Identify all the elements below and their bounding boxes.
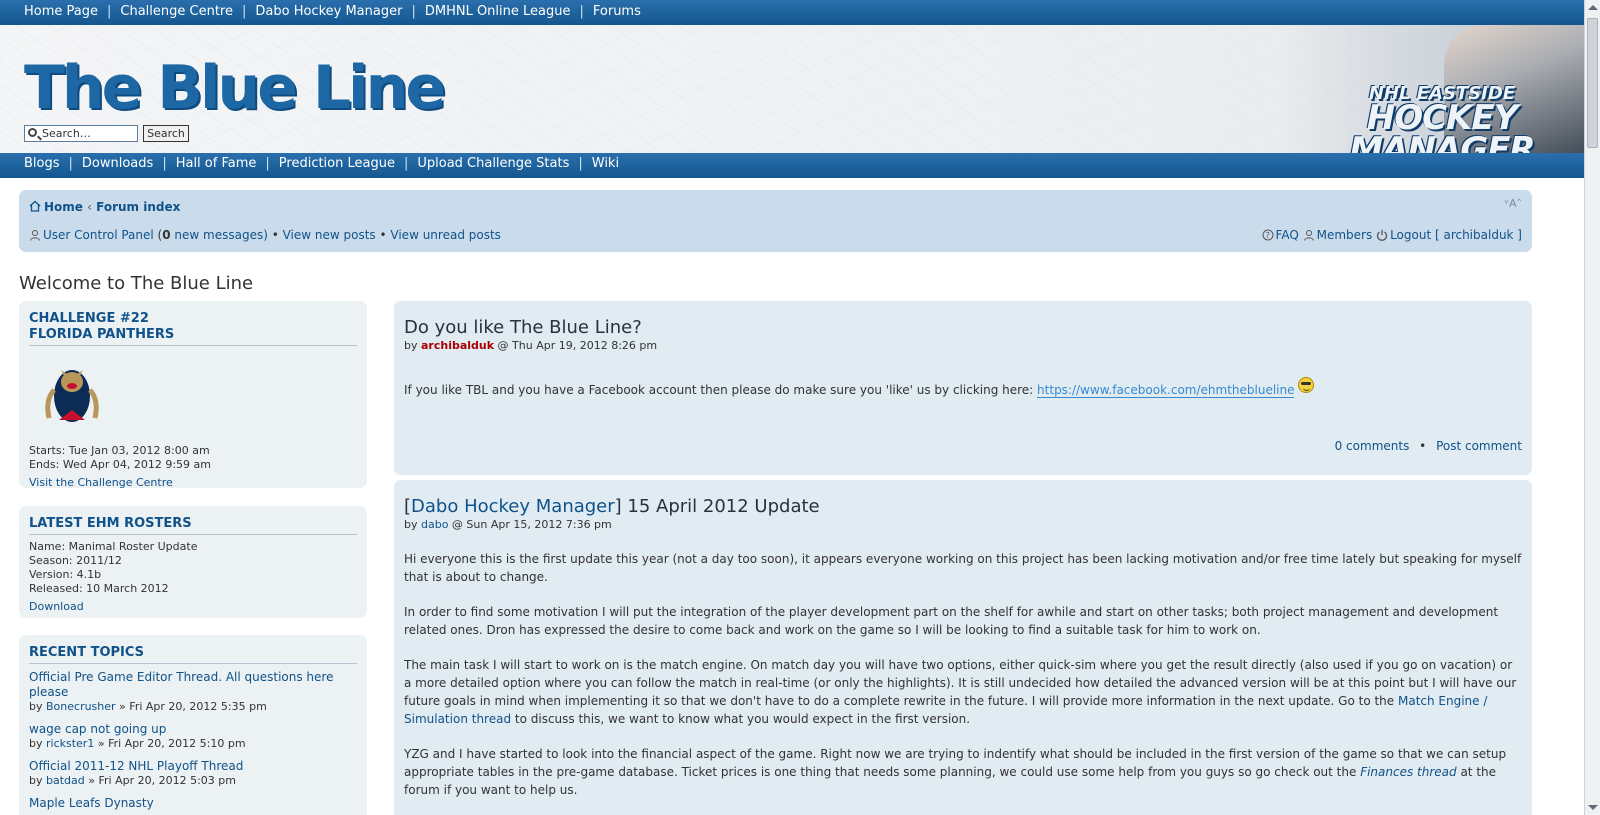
recent-topic-link[interactable]: Maple Leafs Dynasty xyxy=(29,796,357,811)
home-icon xyxy=(29,200,41,212)
roster-download-link[interactable]: Download xyxy=(29,600,357,613)
scroll-down-arrow[interactable] xyxy=(1588,805,1598,810)
search-button[interactable]: Search xyxy=(143,125,189,142)
post-title: [Dabo Hockey Manager] 15 April 2012 Upda… xyxy=(404,496,820,517)
roster-name: Name: Manimal Roster Update xyxy=(29,540,198,553)
logout-link[interactable]: Logout [ archibalduk ] xyxy=(1390,228,1522,242)
search-input[interactable]: Search… xyxy=(24,125,138,142)
post-byline: by dabo @ Sun Apr 15, 2012 7:36 pm xyxy=(404,518,612,531)
nav-home-page[interactable]: Home Page xyxy=(24,4,98,19)
view-new-posts-link[interactable]: View new posts xyxy=(283,228,376,242)
post-title[interactable]: Do you like The Blue Line? xyxy=(404,317,1522,338)
members-icon xyxy=(1303,230,1314,241)
nav-downloads[interactable]: Downloads xyxy=(82,156,153,171)
nav-dabo-hockey-manager[interactable]: Dabo Hockey Manager xyxy=(255,4,402,19)
post-body: If you like TBL and you have a Facebook … xyxy=(404,377,1522,399)
new-messages-link[interactable]: new messages) xyxy=(171,228,267,242)
breadcrumb-forum-index[interactable]: Forum index xyxy=(96,200,180,214)
recent-topics-title: RECENT TOPICS xyxy=(29,645,357,664)
topic-author-link[interactable]: rickster1 xyxy=(46,737,94,750)
search-icon xyxy=(28,128,37,137)
user-control-panel-link[interactable]: User Control Panel xyxy=(43,228,154,242)
news-post: Do you like The Blue Line? by archibaldu… xyxy=(394,301,1532,475)
nav-forums[interactable]: Forums xyxy=(593,4,641,19)
recent-topics-panel: RECENT TOPICS Official Pre Game Editor T… xyxy=(19,635,367,815)
page-title: Welcome to The Blue Line xyxy=(19,273,254,294)
rosters-title: LATEST EHM ROSTERS xyxy=(29,516,357,535)
scroll-up-arrow[interactable] xyxy=(1588,5,1598,10)
nav-hall-of-fame[interactable]: Hall of Fame xyxy=(176,156,257,171)
roster-version: Version: 4.1b xyxy=(29,568,102,581)
recent-topic-meta: by Bonecrusher » Fri Apr 20, 2012 5:35 p… xyxy=(29,700,267,713)
members-link[interactable]: Members xyxy=(1317,228,1373,242)
ehm-logo: NHL EASTSIDE HOCKEY MANAGER 2007 xyxy=(1349,83,1535,153)
post-author-link[interactable]: archibalduk xyxy=(421,339,494,352)
rosters-panel: LATEST EHM ROSTERS Name: Manimal Roster … xyxy=(19,506,367,618)
vertical-scrollbar[interactable] xyxy=(1584,0,1600,815)
logout-icon xyxy=(1376,229,1388,241)
nav-prediction-league[interactable]: Prediction League xyxy=(279,156,395,171)
user-links: User Control Panel (0 new messages) • Vi… xyxy=(29,228,501,242)
facebook-link[interactable]: https://www.facebook.com/ehmtheblueline xyxy=(1037,383,1295,398)
user-icon xyxy=(30,230,40,241)
challenge-centre-link[interactable]: Visit the Challenge Centre xyxy=(29,476,357,489)
topic-author-link[interactable]: Bonecrusher xyxy=(46,700,116,713)
nav-wiki[interactable]: Wiki xyxy=(592,156,619,171)
new-message-count: 0 xyxy=(162,228,171,242)
recent-topic-link[interactable]: wage cap not going up xyxy=(29,722,357,737)
roster-released: Released: 10 March 2012 xyxy=(29,582,169,595)
post-body: Hi everyone this is the first update thi… xyxy=(404,552,1522,797)
breadcrumb-home[interactable]: Home xyxy=(44,200,83,214)
post-footer: 0 comments • Post comment xyxy=(1334,439,1522,453)
font-size-controls[interactable]: ᵛA˄ xyxy=(1504,197,1522,210)
recent-topic-link[interactable]: Official 2011-12 NHL Playoff Thread xyxy=(29,759,357,774)
account-links: ? FAQ Members Logout [ archibalduk ] xyxy=(1262,228,1522,242)
challenge-starts: Starts: Tue Jan 03, 2012 8:00 am xyxy=(29,444,210,457)
finances-thread-link[interactable]: Finances thread xyxy=(1360,765,1456,779)
florida-panthers-logo xyxy=(45,370,99,422)
challenge-panel: CHALLENGE #22 FLORIDA PANTHERS Starts: Tu… xyxy=(19,301,367,489)
faq-link[interactable]: FAQ xyxy=(1276,228,1299,242)
post-comment-link[interactable]: Post comment xyxy=(1436,439,1522,453)
scrollbar-thumb[interactable] xyxy=(1587,18,1598,148)
nav-challenge-centre[interactable]: Challenge Centre xyxy=(120,4,233,19)
recent-topic-link[interactable]: Official Pre Game Editor Thread. All que… xyxy=(29,670,357,700)
breadcrumb: Home ‹ Forum index xyxy=(29,200,180,214)
news-post: [Dabo Hockey Manager] 15 April 2012 Upda… xyxy=(394,480,1532,815)
sub-navigation: Blogs | Downloads | Hall of Fame | Prediction … xyxy=(0,153,1584,178)
site-title[interactable]: The Blue Line xyxy=(24,53,446,123)
nav-upload-challenge-stats[interactable]: Upload Challenge Stats xyxy=(417,156,569,171)
faq-icon: ? xyxy=(1262,229,1274,241)
post-category-link[interactable]: Dabo Hockey Manager xyxy=(411,496,615,517)
header-banner: The Blue Line Search… Search NHL EASTSID… xyxy=(0,25,1584,153)
nav-dmhnl-online-league[interactable]: DMHNL Online League xyxy=(425,4,571,19)
top-navigation: Home Page | Challenge Centre | Dabo Hockey M… xyxy=(0,0,1584,25)
comments-link[interactable]: 0 comments xyxy=(1335,439,1410,453)
view-unread-posts-link[interactable]: View unread posts xyxy=(390,228,501,242)
challenge-ends: Ends: Wed Apr 04, 2012 9:59 am xyxy=(29,458,211,471)
svg-text:?: ? xyxy=(1265,231,1269,240)
post-author-link[interactable]: dabo xyxy=(421,518,448,531)
challenge-title[interactable]: CHALLENGE #22 FLORIDA PANTHERS xyxy=(29,311,357,346)
roster-season: Season: 2011/12 xyxy=(29,554,122,567)
topic-author-link[interactable]: batdad xyxy=(46,774,85,787)
recent-topic-meta: by rickster1 » Fri Apr 20, 2012 5:10 pm xyxy=(29,737,246,750)
breadcrumb-panel: Home ‹ Forum index ᵛA˄ User Control Pane… xyxy=(19,190,1532,252)
nav-blogs[interactable]: Blogs xyxy=(24,156,60,171)
smiley-icon xyxy=(1298,377,1315,393)
recent-topic-meta: by batdad » Fri Apr 20, 2012 5:03 pm xyxy=(29,774,236,787)
post-byline: by archibalduk @ Thu Apr 19, 2012 8:26 p… xyxy=(404,339,658,352)
